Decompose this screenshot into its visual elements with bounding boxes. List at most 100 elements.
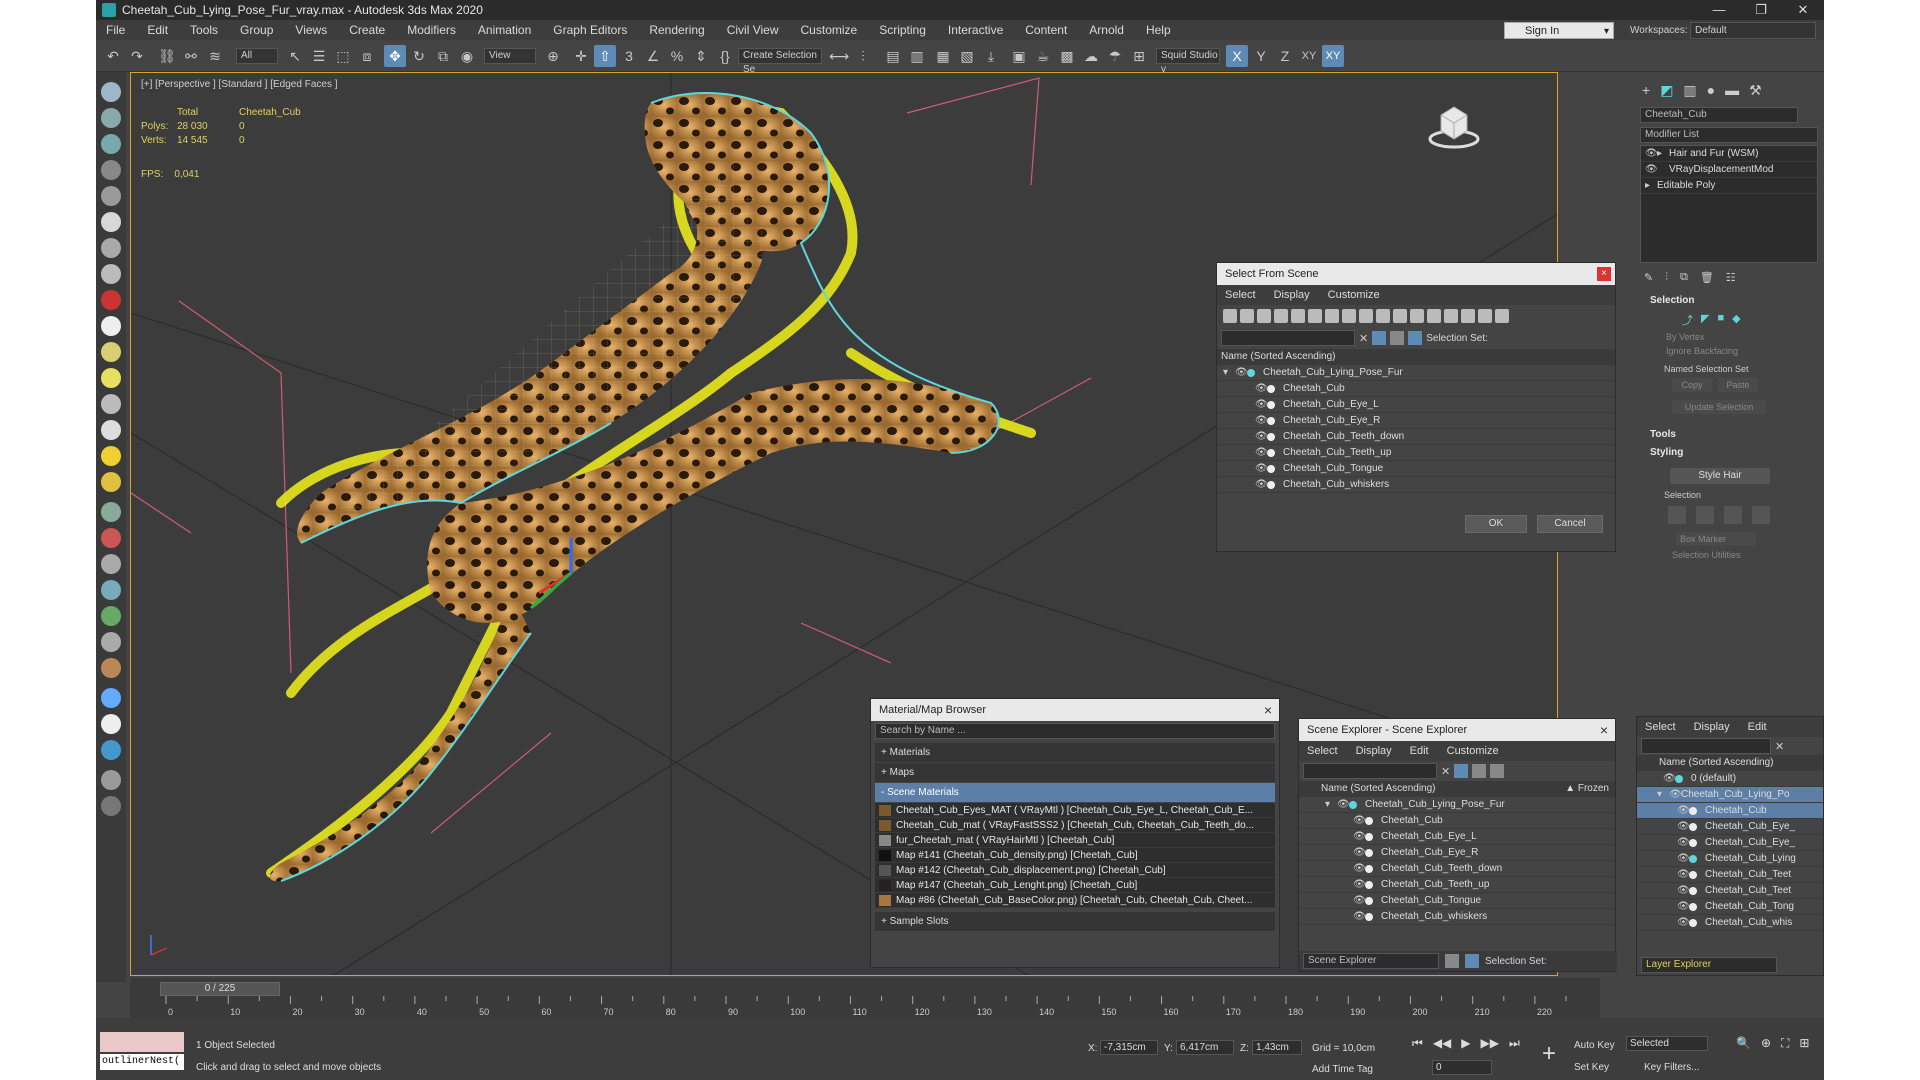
menu-group[interactable]: Group — [240, 23, 273, 37]
scene-column-header[interactable]: Name (Sorted Ascending) ▲ Frozen — [1299, 781, 1615, 797]
materials-category[interactable]: + Materials — [875, 743, 1275, 762]
tree-row[interactable]: ▾ 👁 Cheetah_Cub_Lying_Pose_Fur — [1217, 365, 1615, 381]
menu-select[interactable]: Select — [1307, 745, 1338, 757]
menu-scripting[interactable]: Scripting — [879, 23, 926, 37]
clear-search-icon[interactable]: ✕ — [1359, 332, 1368, 345]
object-paint-icon[interactable] — [101, 160, 121, 180]
menu-display[interactable]: Display — [1274, 289, 1310, 301]
layers-icon[interactable] — [1445, 954, 1459, 968]
sign-in-dropdown[interactable]: Sign In — [1504, 22, 1614, 40]
current-frame-field[interactable]: 0 — [1432, 1060, 1492, 1075]
layer-row[interactable]: 👁 0 (default) — [1637, 771, 1823, 787]
menu-modifiers[interactable]: Modifiers — [407, 23, 456, 37]
menu-display[interactable]: Display — [1694, 721, 1730, 733]
select-whole-guide-icon[interactable] — [1696, 506, 1714, 524]
render-production-icon[interactable]: ☁ — [1080, 45, 1102, 67]
filter-all-icon[interactable] — [1427, 309, 1441, 323]
hierarchy-tab-icon[interactable]: ▥ — [1683, 82, 1696, 99]
zoom-extents-icon[interactable]: ⛶ — [1781, 1036, 1789, 1051]
menu-civil-view[interactable]: Civil View — [727, 23, 779, 37]
scene-search-input[interactable] — [1303, 763, 1437, 779]
maxscript-listener[interactable] — [100, 1032, 184, 1052]
layer-explorer-dropdown[interactable]: Layer Explorer — [1641, 957, 1777, 973]
tree-row[interactable]: 👁 Cheetah_Cub_Teeth_up — [1299, 877, 1615, 893]
tree-row[interactable]: ▾ 👁 Cheetah_Cub_Lying_Pose_Fur — [1299, 797, 1615, 813]
material-search-input[interactable]: Search by Name ... — [875, 723, 1275, 739]
filter-bones-icon[interactable] — [1359, 309, 1373, 323]
freeform-icon[interactable] — [101, 108, 121, 128]
select-and-move-icon[interactable]: ✥ — [384, 45, 406, 67]
auto-key-button[interactable]: Auto Key — [1574, 1040, 1615, 1051]
layer-row[interactable]: 👁 Cheetah_Cub_Eye_ — [1637, 835, 1823, 851]
remove-modifier-icon[interactable]: 🗑 — [1700, 271, 1714, 284]
auto-key-dropdown[interactable]: Selected — [1626, 1036, 1708, 1051]
make-unique-icon[interactable]: ⧉ — [1680, 271, 1688, 284]
modifier-stack-item[interactable]: 👁 VRayDisplacementMod — [1641, 162, 1817, 178]
tree-row[interactable]: 👁 Cheetah_Cub_Teeth_down — [1217, 429, 1615, 445]
percent-snap-icon[interactable]: % — [666, 45, 688, 67]
polygon-icon[interactable]: ■ — [1717, 312, 1724, 328]
menu-customize[interactable]: Customize — [1447, 745, 1499, 757]
sample-slots-category[interactable]: + Sample Slots — [875, 912, 1275, 931]
play-icon[interactable]: ▶ — [1461, 1036, 1470, 1051]
pin-stack-icon[interactable]: ✎ — [1644, 271, 1653, 284]
tree-row[interactable]: 👁 Cheetah_Cub_Eye_L — [1299, 829, 1615, 845]
layer-row[interactable]: 👁 Cheetah_Cub_whis — [1637, 915, 1823, 931]
squid-studio-dropdown[interactable]: Squid Studio v — [1156, 48, 1220, 75]
viewcube-icon[interactable] — [1427, 101, 1481, 151]
globe-icon[interactable] — [101, 580, 121, 600]
selection-rollout[interactable]: Selection — [1636, 294, 1824, 308]
menu-content[interactable]: Content — [1025, 23, 1067, 37]
scale-icon[interactable]: ⧉ — [432, 45, 454, 67]
modifier-stack-item[interactable]: ▸ Editable Poly — [1641, 178, 1817, 194]
toggle-scene-explorer-icon[interactable]: ▤ — [882, 45, 904, 67]
ignore-backfacing-checkbox[interactable]: Ignore Backfacing — [1636, 346, 1824, 360]
material-editor-icon[interactable]: ▣ — [1008, 45, 1030, 67]
tree-row[interactable]: 👁 Cheetah_Cub_whiskers — [1299, 909, 1615, 925]
display-tab-icon[interactable]: ▬ — [1725, 82, 1739, 99]
menu-display[interactable]: Display — [1356, 745, 1392, 757]
filter-helpers-icon[interactable] — [1291, 309, 1305, 323]
filter-hidden-icon[interactable] — [1410, 309, 1424, 323]
styling-rollout[interactable]: Styling — [1636, 446, 1824, 460]
face-icon[interactable]: ◤ — [1701, 312, 1709, 328]
filter-shapes-icon[interactable] — [1240, 309, 1254, 323]
element-icon[interactable]: ◆ — [1732, 312, 1740, 328]
zoom-extents-all-icon[interactable]: ⊞ — [1799, 1036, 1809, 1051]
spinner-snap-icon[interactable]: ⇕ — [690, 45, 712, 67]
menu-select[interactable]: Select — [1225, 289, 1256, 301]
guides-icon[interactable]: ⤴ — [1682, 312, 1693, 328]
selection-set-icon[interactable] — [1465, 954, 1479, 968]
by-vertex-checkbox[interactable]: By Vertex — [1636, 332, 1824, 346]
menu-customize[interactable]: Customize — [1328, 289, 1380, 301]
motion-tab-icon[interactable]: ● — [1707, 82, 1715, 99]
schematic-view-icon[interactable]: ⤓ — [980, 45, 1002, 67]
next-frame-icon[interactable]: ▶▶ — [1481, 1036, 1499, 1051]
mirror-icon[interactable]: ⟷ — [828, 45, 850, 67]
bind-spacewarp-icon[interactable]: ≋ — [204, 45, 226, 67]
brush-icon[interactable] — [101, 658, 121, 678]
set-key-plus-icon[interactable]: + — [1534, 1040, 1564, 1068]
layers-icon[interactable] — [1390, 331, 1405, 345]
create-tab-icon[interactable]: + — [1642, 82, 1650, 99]
material-row[interactable]: Cheetah_Cub_Eyes_MAT ( VRayMtl ) [Cheeta… — [875, 803, 1275, 818]
select-object-icon[interactable]: ↖ — [284, 45, 306, 67]
plane-icon[interactable] — [101, 342, 121, 362]
explorer-type-dropdown[interactable]: Scene Explorer — [1303, 953, 1439, 969]
show-end-result-icon[interactable]: ⫶ — [1665, 271, 1668, 284]
material-row[interactable]: Map #142 (Cheetah_Cub_displacement.png) … — [875, 863, 1275, 878]
axis-xy-cycle-icon[interactable]: XY — [1322, 45, 1344, 67]
rotate-icon[interactable]: ↻ — [408, 45, 430, 67]
layer-search-input[interactable] — [1641, 738, 1771, 754]
layer-row[interactable]: 👁 Cheetah_Cub_Tong — [1637, 899, 1823, 915]
copy-button[interactable]: Copy — [1672, 378, 1712, 392]
select-hair-by-end-icon[interactable] — [1668, 506, 1686, 524]
x-coordinate-field[interactable]: -7,315cm — [1100, 1040, 1158, 1055]
a360-gallery-icon[interactable]: ⊞ — [1128, 45, 1150, 67]
ok-button[interactable]: OK — [1465, 515, 1527, 533]
modifier-stack-item[interactable]: 👁 ▸ Hair and Fur (WSM) — [1641, 146, 1817, 162]
camera-icon[interactable] — [101, 238, 121, 258]
filter-frozen-icon[interactable] — [1393, 309, 1407, 323]
instance-icon[interactable] — [101, 554, 121, 574]
layer-row[interactable]: 👁 Cheetah_Cub_Eye_ — [1637, 819, 1823, 835]
